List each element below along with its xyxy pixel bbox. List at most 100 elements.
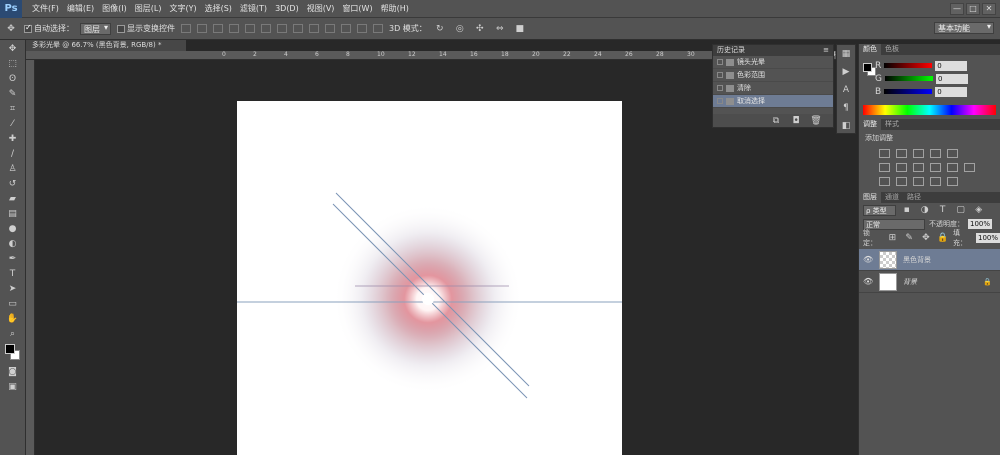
3d-rotate-icon[interactable]: ↻ [433,24,447,34]
actions-panel-icon[interactable]: ▶ [839,67,853,77]
paragraph-panel-icon[interactable]: ¶ [839,103,853,113]
menu-select[interactable]: 选择(S) [201,3,236,14]
menu-3d[interactable]: 3D(D) [271,4,303,13]
b-slider[interactable] [884,89,933,94]
auto-select-checkbox[interactable] [24,23,32,33]
menu-view[interactable]: 视图(V) [303,3,339,14]
crop-tool-icon[interactable]: ⌗ [6,104,20,114]
history-snapshot-box[interactable] [717,98,723,104]
g-slider[interactable] [884,76,933,81]
foreground-background-colors[interactable] [4,344,21,362]
move-tool-icon[interactable]: ✥ [6,44,20,54]
history-item[interactable]: 镜头光晕 [713,56,833,69]
filter-shape-icon[interactable]: ▢ [954,205,968,215]
menu-layer[interactable]: 图层(L) [131,3,166,14]
menu-window[interactable]: 窗口(W) [338,3,376,14]
gradient-map-icon[interactable] [947,177,958,186]
exposure-icon[interactable] [930,149,941,158]
shape-tool-icon[interactable]: ▭ [6,299,20,309]
distribute-center-icon[interactable] [341,24,351,33]
tab-color[interactable]: 颜色 [859,44,881,55]
screen-mode-icon[interactable]: ▣ [6,382,20,392]
align-middle-icon[interactable] [197,24,207,33]
distribute-right-icon[interactable] [357,24,367,33]
character-panel-icon[interactable]: A [839,85,853,95]
auto-select-dropdown[interactable]: 图层 [80,22,111,35]
minimize-button[interactable]: — [950,2,964,15]
photo-filter-icon[interactable] [930,163,941,172]
clone-stamp-tool-icon[interactable]: ♙ [6,164,20,174]
align-left-icon[interactable] [229,24,239,33]
distribute-middle-icon[interactable] [293,24,303,33]
distribute-bottom-icon[interactable] [309,24,319,33]
menu-help[interactable]: 帮助(H) [377,3,413,14]
layer-filter-dropdown[interactable]: ρ 类型 [863,204,896,216]
history-panel-icon[interactable]: ▦ [839,49,853,59]
lock-all-icon[interactable]: 🔒 [936,233,949,243]
3d-slide-icon[interactable]: ⇔ [493,24,507,34]
brightness-contrast-icon[interactable] [879,149,890,158]
menu-file[interactable]: 文件(F) [28,3,63,14]
r-value-input[interactable]: 0 [935,60,968,71]
panel-menu-icon[interactable]: ≡ [823,45,829,56]
align-bottom-icon[interactable] [213,24,223,33]
workspace-dropdown[interactable]: 基本功能 [934,22,994,34]
3d-roll-icon[interactable]: ◎ [453,24,467,34]
filter-adjust-icon[interactable]: ◑ [918,205,932,215]
threshold-icon[interactable] [913,177,924,186]
lasso-tool-icon[interactable]: ʘ [6,74,20,84]
foreground-color-swatch[interactable] [4,344,15,354]
history-panel-header[interactable]: 历史记录 ≡ [713,45,833,56]
align-right-icon[interactable] [261,24,271,33]
path-select-tool-icon[interactable]: ➤ [6,284,20,294]
distribute-left-icon[interactable] [325,24,335,33]
tab-layers[interactable]: 图层 [859,192,881,203]
r-slider[interactable] [884,63,933,68]
menu-filter[interactable]: 滤镜(T) [236,3,271,14]
zoom-tool-icon[interactable]: ⌕ [6,329,20,339]
fill-input[interactable]: 100% [976,233,1000,243]
quick-mask-icon[interactable]: ◙ [6,367,20,377]
move-tool-preset-icon[interactable]: ✥ [4,24,18,34]
menu-type[interactable]: 文字(Y) [165,3,200,14]
color-spectrum-ramp[interactable] [863,105,996,115]
eyedropper-tool-icon[interactable]: ⁄ [6,119,20,129]
lock-transparent-icon[interactable]: ⊞ [886,233,899,243]
history-item[interactable]: 清除 [713,82,833,95]
filter-pixel-icon[interactable]: ▪ [900,205,914,215]
vertical-ruler[interactable] [26,60,35,455]
brush-tool-icon[interactable]: ∕ [6,149,20,159]
layer-row[interactable]: 👁 背景 🔒 [859,271,1000,293]
g-value-input[interactable]: 0 [935,73,968,84]
trash-icon[interactable]: 🗑 [809,116,823,126]
history-item-selected[interactable]: 取消选择 [713,95,833,108]
3d-drag-icon[interactable]: ✣ [473,24,487,34]
menu-edit[interactable]: 编辑(E) [63,3,98,14]
align-center-icon[interactable] [245,24,255,33]
history-snapshot-box[interactable] [717,59,723,65]
b-value-input[interactable]: 0 [935,86,968,97]
3d-scale-icon[interactable]: ■ [513,24,527,34]
history-snapshot-box[interactable] [717,85,723,91]
filter-smart-icon[interactable]: ◈ [972,205,986,215]
show-transform-toggle[interactable]: 显示变换控件 [117,23,175,34]
quick-select-tool-icon[interactable]: ✎ [6,89,20,99]
hand-tool-icon[interactable]: ✋ [6,314,20,324]
camera-snapshot-icon[interactable]: ◘ [789,116,803,126]
document-canvas[interactable] [237,101,622,455]
healing-brush-tool-icon[interactable]: ✚ [6,134,20,144]
eraser-tool-icon[interactable]: ▰ [6,194,20,204]
distribute-top-icon[interactable] [277,24,287,33]
blur-tool-icon[interactable]: ● [6,224,20,234]
new-document-from-state-icon[interactable]: ⧉ [769,116,783,126]
posterize-icon[interactable] [896,177,907,186]
selective-color-icon[interactable] [930,177,941,186]
tab-paths[interactable]: 路径 [903,192,925,203]
eye-icon[interactable]: 👁 [863,277,873,286]
foreground-color-swatch[interactable] [863,63,872,72]
invert-icon[interactable] [879,177,890,186]
menu-image[interactable]: 图像(I) [98,3,131,14]
dodge-tool-icon[interactable]: ◐ [6,239,20,249]
eye-icon[interactable]: 👁 [863,255,873,264]
color-lookup-icon[interactable] [964,163,975,172]
